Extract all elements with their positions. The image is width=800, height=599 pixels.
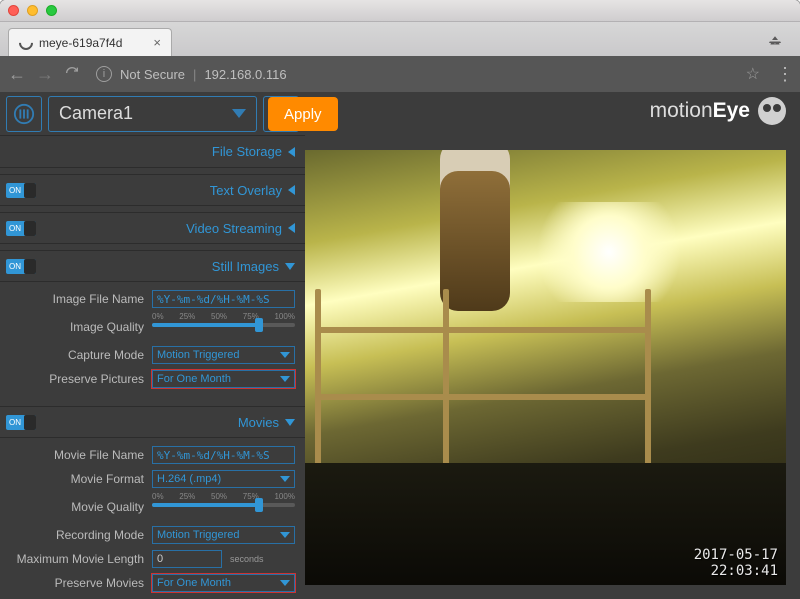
browser-menu-button[interactable]: ⋮ <box>776 64 792 85</box>
section-label: Video Streaming <box>186 221 282 236</box>
section-movies[interactable]: ON Movies <box>0 406 305 438</box>
section-label: File Storage <box>212 144 282 159</box>
bookmark-star-icon[interactable]: ☆ <box>746 64 760 84</box>
tab-title: meye-619a7f4d <box>39 36 122 50</box>
nav-forward-button: → <box>36 64 54 85</box>
brand-logo: motionEye <box>650 97 786 125</box>
movies-toggle[interactable]: ON <box>6 415 36 430</box>
movie-quality-label: Movie Quality <box>6 500 152 514</box>
chevron-down-icon <box>280 352 290 358</box>
video-streaming-toggle[interactable]: ON <box>6 221 36 236</box>
site-info-icon[interactable]: i <box>96 66 112 82</box>
section-still-images[interactable]: ON Still Images <box>0 250 305 282</box>
image-file-name-label: Image File Name <box>6 292 152 306</box>
preserve-pictures-label: Preserve Pictures <box>6 372 152 386</box>
section-file-storage[interactable]: File Storage <box>0 136 305 168</box>
expand-arrow-icon <box>285 419 295 426</box>
chevron-down-icon <box>280 532 290 538</box>
chevron-down-icon <box>232 109 246 118</box>
tab-favicon <box>16 33 36 53</box>
window-minimize-button[interactable] <box>27 5 38 16</box>
video-panel: 2017-05-17 22:03:41 <box>305 136 800 599</box>
movie-file-name-label: Movie File Name <box>6 448 152 462</box>
camera-selector-value: Camera1 <box>59 103 133 124</box>
address-bar[interactable]: i Not Secure | 192.168.0.116 ☆ <box>90 61 766 87</box>
recording-mode-select[interactable]: Motion Triggered <box>152 526 295 544</box>
movies-form: Movie File Name Movie Format H.264 (.mp4… <box>0 438 305 599</box>
browser-tab-strip: meye-619a7f4d × <box>0 22 800 56</box>
recording-mode-label: Recording Mode <box>6 528 152 542</box>
expand-arrow-icon <box>285 263 295 270</box>
url-text: 192.168.0.116 <box>204 67 286 82</box>
movie-file-name-input[interactable] <box>152 446 295 464</box>
movie-format-label: Movie Format <box>6 472 152 486</box>
owl-icon <box>758 97 786 125</box>
incognito-indicator <box>758 30 792 56</box>
collapse-arrow-icon <box>288 147 295 157</box>
section-label: Still Images <box>212 259 279 274</box>
sidebar-topbar: Camera1 <box>0 92 305 136</box>
preserve-movies-label: Preserve Movies <box>6 576 152 590</box>
max-movie-length-label: Maximum Movie Length <box>6 552 152 566</box>
apply-button[interactable]: Apply <box>268 97 338 131</box>
browser-tab[interactable]: meye-619a7f4d × <box>8 28 172 56</box>
security-status: Not Secure <box>120 67 185 82</box>
section-video-streaming[interactable]: ON Video Streaming <box>0 212 305 244</box>
app-root: Camera1 File Storage ON Text Overlay ON … <box>0 92 800 599</box>
camera-feed[interactable]: 2017-05-17 22:03:41 <box>305 150 786 585</box>
nav-back-button[interactable]: ← <box>8 64 26 85</box>
still-images-form: Image File Name Image Quality 0%25%50%75… <box>0 282 305 400</box>
section-label: Movies <box>238 415 279 430</box>
chevron-down-icon <box>280 476 290 482</box>
movie-format-select[interactable]: H.264 (.mp4) <box>152 470 295 488</box>
settings-scroll[interactable]: File Storage ON Text Overlay ON Video St… <box>0 136 305 599</box>
image-file-name-input[interactable] <box>152 290 295 308</box>
window-close-button[interactable] <box>8 5 19 16</box>
capture-mode-select[interactable]: Motion Triggered <box>152 346 295 364</box>
preserve-movies-select[interactable]: For One Month <box>152 574 295 592</box>
tab-close-icon[interactable]: × <box>153 35 161 50</box>
image-quality-label: Image Quality <box>6 320 152 334</box>
capture-mode-label: Capture Mode <box>6 348 152 362</box>
seconds-suffix: seconds <box>230 554 264 564</box>
still-images-toggle[interactable]: ON <box>6 259 36 274</box>
preserve-pictures-select[interactable]: For One Month <box>152 370 295 388</box>
text-overlay-toggle[interactable]: ON <box>6 183 36 198</box>
settings-sidebar: Camera1 File Storage ON Text Overlay ON … <box>0 92 305 599</box>
image-quality-slider[interactable]: 0%25%50%75%100% <box>152 312 295 342</box>
chevron-down-icon <box>280 376 290 382</box>
video-timestamp: 2017-05-17 22:03:41 <box>694 547 778 579</box>
menu-button[interactable] <box>6 96 42 132</box>
chevron-down-icon <box>280 580 290 586</box>
mac-titlebar <box>0 0 800 22</box>
camera-selector[interactable]: Camera1 <box>48 96 257 132</box>
window-zoom-button[interactable] <box>46 5 57 16</box>
max-movie-length-input[interactable] <box>152 550 222 568</box>
movie-quality-slider[interactable]: 0%25%50%75%100% <box>152 492 295 522</box>
collapse-arrow-icon <box>288 223 295 233</box>
section-text-overlay[interactable]: ON Text Overlay <box>0 174 305 206</box>
reload-button[interactable] <box>64 65 80 84</box>
section-label: Text Overlay <box>210 183 282 198</box>
collapse-arrow-icon <box>288 185 295 195</box>
browser-toolbar: ← → i Not Secure | 192.168.0.116 ☆ ⋮ <box>0 56 800 92</box>
